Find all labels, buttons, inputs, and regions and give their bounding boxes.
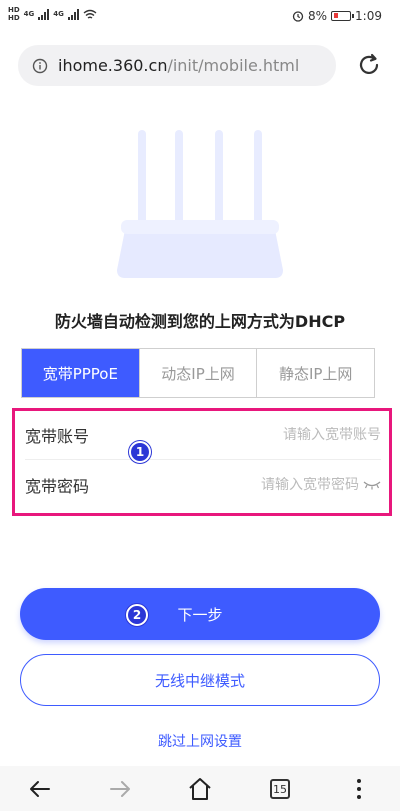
tab-count: 15 [270, 779, 290, 799]
tab-static-ip[interactable]: 静态IP上网 [257, 349, 374, 397]
battery-percent: 8% [308, 9, 328, 23]
reload-icon[interactable] [356, 52, 382, 78]
network-type-1: 4G [23, 10, 35, 18]
password-row: 宽带密码 [25, 461, 381, 509]
next-step-button[interactable]: 下一步 [20, 588, 380, 640]
hd-indicator: HD HD [8, 6, 20, 22]
tabs-icon[interactable]: 15 [267, 776, 293, 802]
url-text[interactable]: ihome.360.cn/init/mobile.html [58, 56, 299, 75]
url-path: /init/mobile.html [167, 56, 300, 75]
tab-dynamic-ip[interactable]: 动态IP上网 [140, 349, 258, 397]
router-illustration [117, 130, 283, 278]
alarm-icon [292, 11, 304, 22]
status-bar: HD HD 4G 4G 8% 1:09 [0, 0, 400, 34]
address-bar[interactable]: ihome.360.cn/init/mobile.html [18, 45, 336, 86]
home-icon[interactable] [187, 776, 213, 802]
wifi-icon [83, 9, 97, 19]
skip-setup-link[interactable]: 跳过上网设置 [0, 731, 400, 751]
account-label: 宽带账号 [25, 427, 90, 446]
account-input[interactable] [181, 427, 381, 443]
detection-headline: 防火墙自动检测到您的上网方式为DHCP [54, 312, 346, 331]
forward-icon[interactable] [107, 776, 133, 802]
clock: 1:09 [355, 9, 382, 23]
signal-icon [38, 8, 50, 20]
account-row: 宽带账号 [25, 411, 381, 460]
connection-type-tabs: 宽带PPPoE 动态IP上网 静态IP上网 [21, 348, 375, 398]
status-left: HD HD 4G 4G [8, 6, 97, 22]
more-icon[interactable] [346, 776, 372, 802]
url-host: ihome.360.cn [58, 56, 168, 75]
info-icon[interactable] [32, 58, 48, 74]
password-label: 宽带密码 [25, 477, 90, 496]
password-input[interactable] [159, 477, 359, 493]
pppoe-form: 宽带账号 宽带密码 [12, 408, 392, 516]
tab-pppoe[interactable]: 宽带PPPoE [22, 349, 140, 397]
eye-closed-icon[interactable] [363, 480, 381, 490]
step-marker-1: 1 [129, 441, 151, 463]
step-marker-2: 2 [126, 604, 148, 626]
wireless-relay-button[interactable]: 无线中继模式 [20, 654, 380, 706]
battery-icon [331, 11, 355, 21]
password-wrap [159, 477, 381, 493]
back-icon[interactable] [27, 776, 53, 802]
browser-nav-bar: 15 [0, 766, 400, 811]
signal-icon-2 [67, 8, 79, 20]
status-right: 8% 1:09 [292, 9, 382, 23]
network-type-2: 4G [53, 10, 64, 18]
